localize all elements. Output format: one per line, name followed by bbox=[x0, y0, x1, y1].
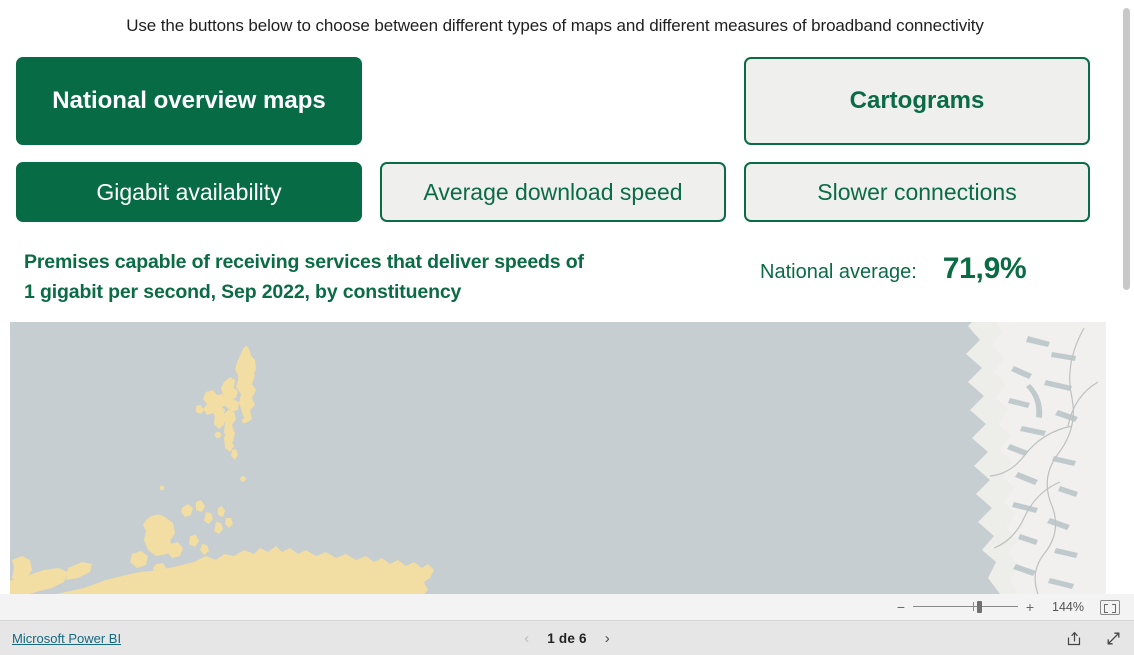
button-label: Slower connections bbox=[817, 178, 1017, 205]
previous-page-chevron-icon[interactable]: ‹ bbox=[524, 631, 529, 646]
share-icon[interactable] bbox=[1066, 630, 1083, 647]
footer-bar: Microsoft Power BI ‹ 1 de 6 › bbox=[0, 621, 1134, 655]
page-indicator-label: 1 de 6 bbox=[547, 630, 587, 646]
chart-title-line-2: 1 gigabit per second, Sep 2022, by const… bbox=[24, 281, 462, 304]
button-cartograms[interactable]: Cartograms bbox=[744, 57, 1090, 145]
zoom-toolbar: − + 144% bbox=[0, 594, 1134, 621]
button-average-download-speed[interactable]: Average download speed bbox=[380, 162, 726, 222]
norway-landmass bbox=[966, 322, 1106, 594]
zoom-slider[interactable] bbox=[913, 600, 1018, 614]
zoom-slider-tick bbox=[973, 602, 974, 611]
button-label: Cartograms bbox=[849, 87, 985, 115]
map-visual[interactable] bbox=[10, 322, 1106, 594]
zoom-level-label: 144% bbox=[1052, 600, 1084, 614]
zoom-out-button[interactable]: − bbox=[893, 600, 909, 614]
fullscreen-icon[interactable] bbox=[1105, 630, 1122, 647]
national-average-label: National average: bbox=[760, 261, 917, 283]
button-label: National overview maps bbox=[52, 87, 326, 115]
page-navigation: ‹ 1 de 6 › bbox=[0, 631, 1134, 646]
national-average-block: National average: 71,9% bbox=[760, 252, 1027, 286]
chart-title-line-1: Premises capable of receiving services t… bbox=[24, 251, 584, 273]
report-vertical-scrollbar[interactable] bbox=[1123, 8, 1130, 290]
button-label: Gigabit availability bbox=[96, 178, 282, 205]
report-canvas: Use the buttons below to choose between … bbox=[0, 0, 1134, 594]
zoom-slider-track bbox=[913, 606, 1018, 607]
zoom-in-button[interactable]: + bbox=[1022, 600, 1038, 614]
button-national-overview-maps[interactable]: National overview maps bbox=[16, 57, 362, 145]
national-average-value: 71,9% bbox=[942, 252, 1027, 285]
button-label: Average download speed bbox=[423, 178, 683, 205]
zoom-slider-thumb[interactable] bbox=[977, 601, 982, 613]
chart-title: Premises capable of receiving services t… bbox=[24, 247, 704, 307]
button-gigabit-availability[interactable]: Gigabit availability bbox=[16, 162, 362, 222]
next-page-chevron-icon[interactable]: › bbox=[605, 631, 610, 646]
fit-to-page-icon[interactable] bbox=[1100, 599, 1120, 615]
map-graphic bbox=[10, 322, 1106, 594]
instruction-text: Use the buttons below to choose between … bbox=[126, 16, 984, 35]
button-slower-connections[interactable]: Slower connections bbox=[744, 162, 1090, 222]
footer-actions bbox=[1066, 630, 1122, 647]
